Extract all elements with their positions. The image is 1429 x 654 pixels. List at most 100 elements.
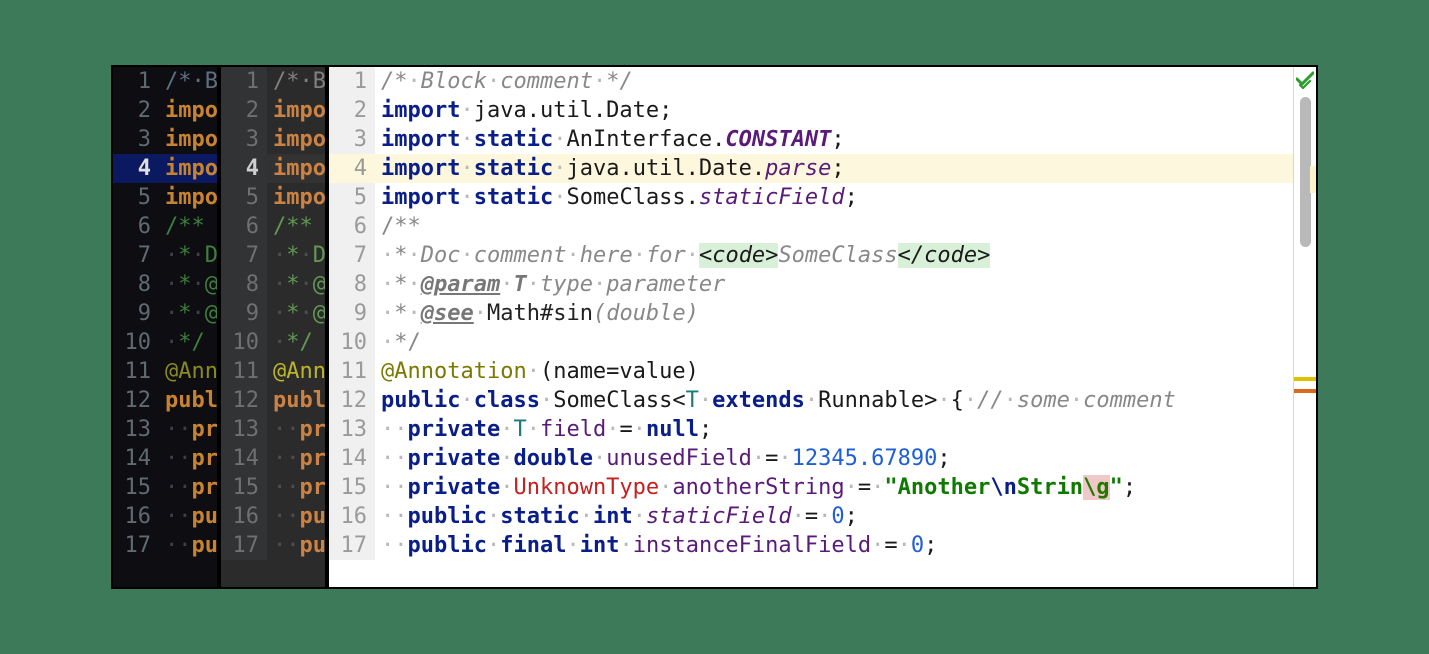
line-code[interactable]: ·*·@ [159, 270, 218, 299]
line-code[interactable]: public·class·SomeClass<T·extends·Runnabl… [375, 386, 1316, 415]
line-code[interactable]: ··pr [159, 415, 218, 444]
line-code[interactable]: ··pu [159, 531, 218, 560]
code-line[interactable]: 6/** [113, 212, 217, 241]
inspection-ok-icon[interactable] [1296, 71, 1314, 89]
line-code[interactable]: /*·Block·comment·*/ [375, 67, 1316, 96]
line-code[interactable]: impo [267, 96, 326, 125]
code-line[interactable]: 14··private·double·unusedField·=·12345.6… [329, 444, 1316, 473]
line-code[interactable]: ··public·static·int·staticField·=·0; [375, 502, 1316, 531]
line-code[interactable]: /*·B [267, 67, 326, 96]
code-line[interactable]: 4impo [113, 154, 217, 183]
line-code[interactable]: ··pr [267, 415, 326, 444]
theme-preview-light[interactable]: 1/*·Block·comment·*/2import·java.util.Da… [327, 65, 1318, 589]
line-code[interactable]: ·*·Doc·comment·here·for·<code>SomeClass<… [375, 241, 1316, 270]
line-code[interactable]: /** [267, 212, 325, 241]
line-code[interactable]: ·*·@ [267, 299, 326, 328]
code-line[interactable]: 11@Ann [113, 357, 217, 386]
code-line[interactable]: 13··pr [221, 415, 325, 444]
code-line[interactable]: 9·*·@ [221, 299, 325, 328]
code-line[interactable]: 15··private·UnknownType·anotherString·=·… [329, 473, 1316, 502]
line-code[interactable]: import·java.util.Date; [375, 96, 1316, 125]
code-line[interactable]: 7·*·D [113, 241, 217, 270]
line-code[interactable]: ··pu [267, 531, 326, 560]
line-code[interactable]: impo [159, 96, 218, 125]
code-line[interactable]: 1/*·Block·comment·*/ [329, 67, 1316, 96]
line-code[interactable]: @Annotation·(name=value) [375, 357, 1316, 386]
code-line[interactable]: 13··pr [113, 415, 217, 444]
code-line[interactable]: 17··pu [113, 531, 217, 560]
warning-marker[interactable] [1294, 377, 1316, 381]
code-line[interactable]: 2import·java.util.Date; [329, 96, 1316, 125]
code-line[interactable]: 14··pr [113, 444, 217, 473]
line-code[interactable]: /** [159, 212, 217, 241]
code-line[interactable]: 1/*·B [221, 67, 325, 96]
line-code[interactable]: ·*·D [267, 241, 326, 270]
code-line[interactable]: 4import·static·java.util.Date.parse; [329, 154, 1316, 183]
code-line[interactable]: 7·*·Doc·comment·here·for·<code>SomeClass… [329, 241, 1316, 270]
code-line[interactable]: 8·*·@ [113, 270, 217, 299]
theme-preview-dark-2[interactable]: 1/*·B2impo3impo4impo5impo6/**7·*·D8·*·@9… [219, 65, 327, 589]
line-code[interactable]: publ [267, 386, 326, 415]
line-code[interactable]: ·*/ [159, 328, 217, 357]
code-line[interactable]: 5import·static·SomeClass.staticField; [329, 183, 1316, 212]
line-code[interactable]: ··pr [267, 444, 326, 473]
code-line[interactable]: 5impo [221, 183, 325, 212]
code-line[interactable]: 10·*/ [329, 328, 1316, 357]
code-line[interactable]: 11@Ann [221, 357, 325, 386]
code-line[interactable]: 13··private·T·field·=·null; [329, 415, 1316, 444]
line-code[interactable]: ·*·@param·T·type·parameter [375, 270, 1316, 299]
line-code[interactable]: ··pr [159, 473, 218, 502]
code-line[interactable]: 6/** [329, 212, 1316, 241]
line-code[interactable]: import·static·java.util.Date.parse; [375, 154, 1316, 183]
code-line[interactable]: 14··pr [221, 444, 325, 473]
code-line[interactable]: 2impo [113, 96, 217, 125]
line-code[interactable]: ··pr [267, 473, 326, 502]
line-code[interactable]: ··public·final·int·instanceFinalField·=·… [375, 531, 1316, 560]
line-code[interactable]: ·*·@see·Math#sin(double) [375, 299, 1316, 328]
line-code[interactable]: ·*·@ [159, 299, 218, 328]
code-line[interactable]: 12publ [221, 386, 325, 415]
code-line[interactable]: 6/** [221, 212, 325, 241]
code-line[interactable]: 17··pu [221, 531, 325, 560]
code-line[interactable]: 16··pu [113, 502, 217, 531]
code-line[interactable]: 7·*·D [221, 241, 325, 270]
code-line[interactable]: 10·*/ [221, 328, 325, 357]
line-code[interactable]: ··pu [267, 502, 326, 531]
code-line[interactable]: 11@Annotation·(name=value) [329, 357, 1316, 386]
line-code[interactable]: @Ann [267, 357, 326, 386]
line-code[interactable]: /*·B [159, 67, 218, 96]
line-code[interactable]: ·*/ [267, 328, 325, 357]
code-line[interactable]: 3import·static·AnInterface.CONSTANT; [329, 125, 1316, 154]
line-code[interactable]: @Ann [159, 357, 218, 386]
line-code[interactable]: ··private·T·field·=·null; [375, 415, 1316, 444]
code-line[interactable]: 15··pr [221, 473, 325, 502]
code-line[interactable]: 10·*/ [113, 328, 217, 357]
line-code[interactable]: impo [159, 183, 218, 212]
code-line[interactable]: 5impo [113, 183, 217, 212]
code-line[interactable]: 4impo [221, 154, 325, 183]
code-line[interactable]: 3impo [221, 125, 325, 154]
code-line[interactable]: 1/*·B [113, 67, 217, 96]
code-line[interactable]: 16··pu [221, 502, 325, 531]
code-line[interactable]: 12publ [113, 386, 217, 415]
line-code[interactable]: publ [159, 386, 218, 415]
line-code[interactable]: /** [375, 212, 1316, 241]
line-code[interactable]: import·static·SomeClass.staticField; [375, 183, 1316, 212]
error-marker[interactable] [1294, 389, 1316, 393]
line-code[interactable]: impo [159, 154, 218, 183]
code-line[interactable]: 2impo [221, 96, 325, 125]
code-line[interactable]: 12public·class·SomeClass<T·extends·Runna… [329, 386, 1316, 415]
theme-preview-dark-1[interactable]: 1/*·B2impo3impo4impo5impo6/**7·*·D8·*·@9… [111, 65, 219, 589]
line-code[interactable]: ··private·UnknownType·anotherString·=·"A… [375, 473, 1316, 502]
line-code[interactable]: ··pu [159, 502, 218, 531]
code-line[interactable]: 8·*·@ [221, 270, 325, 299]
code-line[interactable]: 9·*·@see·Math#sin(double) [329, 299, 1316, 328]
line-code[interactable]: ··pr [159, 444, 218, 473]
code-line[interactable]: 8·*·@param·T·type·parameter [329, 270, 1316, 299]
code-line[interactable]: 15··pr [113, 473, 217, 502]
line-code[interactable]: impo [267, 125, 326, 154]
code-line[interactable]: 17··public·final·int·instanceFinalField·… [329, 531, 1316, 560]
line-code[interactable]: impo [267, 154, 326, 183]
line-code[interactable]: ··private·double·unusedField·=·12345.678… [375, 444, 1316, 473]
code-line[interactable]: 3impo [113, 125, 217, 154]
